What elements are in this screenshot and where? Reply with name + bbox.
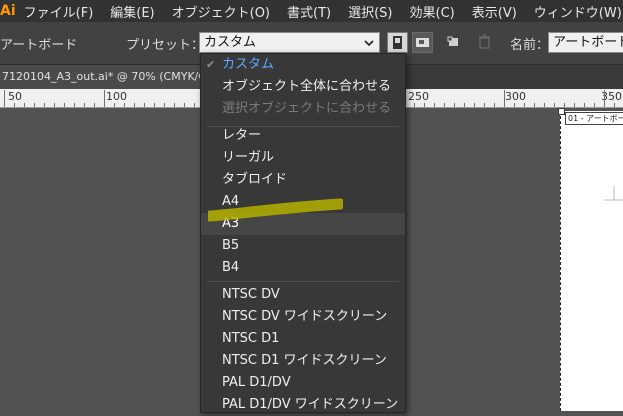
ruler-label: 100 xyxy=(106,90,127,103)
ruler-tick xyxy=(84,103,85,107)
preset-option-legal[interactable]: リーガル xyxy=(201,147,405,169)
ruler-tick xyxy=(74,103,75,107)
ruler-tick xyxy=(444,103,445,107)
delete-artboard-button[interactable] xyxy=(475,32,496,53)
artboard-name-input[interactable]: アートボード xyxy=(548,32,623,53)
crop-mark-icon xyxy=(604,186,623,201)
name-label: 名前： xyxy=(510,38,550,53)
ruler-label: 300 xyxy=(505,90,526,103)
ruler-tick xyxy=(134,103,135,107)
ruler-tick xyxy=(44,103,45,107)
ruler-tick xyxy=(614,103,615,107)
ruler-label: 250 xyxy=(408,90,429,103)
portrait-icon xyxy=(393,36,402,49)
ruler-tick xyxy=(594,103,595,107)
preset-option-ntsc-d1-wide[interactable]: NTSC D1 ワイドスクリーン xyxy=(201,350,405,372)
ruler-tick xyxy=(14,103,15,107)
app-logo: Ai xyxy=(0,3,16,19)
ruler-tick xyxy=(4,90,5,107)
ruler-tick xyxy=(584,103,585,107)
ruler-tick xyxy=(94,103,95,107)
menu-bar: Ai ファイル(F) 編集(E) オブジェクト(O) 書式(T) 選択(S) 効… xyxy=(0,0,623,22)
preset-option-ntsc-d1[interactable]: NTSC D1 xyxy=(201,328,405,350)
option-label: カスタム xyxy=(222,57,275,72)
preset-option-letter[interactable]: レター xyxy=(201,125,405,147)
artboard-name-tag: 01 - アートボード xyxy=(565,112,623,125)
ruler-tick xyxy=(34,103,35,107)
landscape-icon xyxy=(416,38,429,47)
menu-edit[interactable]: 編集(E) xyxy=(110,2,154,21)
ruler-label: 50 xyxy=(8,90,22,103)
ruler-tick xyxy=(514,103,515,107)
preset-select[interactable]: カスタム xyxy=(199,32,380,53)
ruler-tick xyxy=(524,103,525,107)
ruler-tick xyxy=(124,103,125,107)
preset-option-fit-artwork[interactable]: オブジェクト全体に合わせる xyxy=(201,76,405,98)
ruler-tick xyxy=(494,103,495,107)
ruler-tick xyxy=(154,103,155,107)
preset-label: プリセット： xyxy=(126,38,205,53)
preset-dropdown-menu: ✔ カスタム オブジェクト全体に合わせる 選択オブジェクトに合わせる レター リ… xyxy=(200,53,406,413)
menu-object[interactable]: オブジェクト(O) xyxy=(172,2,270,21)
checkmark-icon: ✔ xyxy=(206,58,216,71)
ruler-tick xyxy=(184,103,185,107)
ruler-tick xyxy=(64,103,65,107)
ruler-tick xyxy=(194,103,195,107)
ruler-tick xyxy=(564,103,565,107)
menu-effect[interactable]: 効果(C) xyxy=(410,2,455,21)
portrait-orientation-button[interactable] xyxy=(387,32,408,53)
menu-window[interactable]: ウィンドウ(W) xyxy=(534,2,622,21)
preset-option-pal-d1-dv[interactable]: PAL D1/DV xyxy=(201,372,405,394)
artboard-handle[interactable] xyxy=(558,108,565,115)
ruler-tick xyxy=(534,103,535,107)
trash-icon xyxy=(479,34,490,49)
highlighter-mark xyxy=(208,198,343,222)
menu-divider xyxy=(207,281,399,282)
ruler-tick xyxy=(164,103,165,107)
ruler-tick xyxy=(144,103,145,107)
menu-view[interactable]: 表示(V) xyxy=(472,2,517,21)
ruler-tick xyxy=(434,103,435,107)
preset-option-fit-selection: 選択オブジェクトに合わせる xyxy=(222,101,392,116)
preset-option-b4[interactable]: B4 xyxy=(201,257,405,279)
artboard-label: アートボード xyxy=(0,38,78,53)
preset-value: カスタム xyxy=(204,35,257,50)
ruler-tick xyxy=(424,103,425,107)
ruler-tick xyxy=(604,90,605,107)
ruler-tick xyxy=(574,103,575,107)
preset-option-pal-d1-dv-wide[interactable]: PAL D1/DV ワイドスクリーン xyxy=(201,394,405,416)
preset-option-b5[interactable]: B5 xyxy=(201,235,405,257)
ruler-tick xyxy=(104,90,105,107)
artboard-options-icon xyxy=(447,36,458,46)
ruler-tick xyxy=(414,103,415,107)
preset-option-tabloid[interactable]: タブロイド xyxy=(201,169,405,191)
ruler-tick xyxy=(554,103,555,107)
ruler-tick xyxy=(544,103,545,107)
ruler-tick xyxy=(24,103,25,107)
menu-select[interactable]: 選択(S) xyxy=(348,2,392,21)
preset-option-custom[interactable]: ✔ カスタム xyxy=(201,54,405,76)
ruler-tick xyxy=(454,103,455,107)
move-artwork-button[interactable] xyxy=(444,32,465,53)
ruler-tick xyxy=(464,103,465,107)
chevron-down-icon xyxy=(364,40,374,47)
ruler-tick xyxy=(504,90,505,107)
ruler-tick xyxy=(114,103,115,107)
preset-option-ntsc-dv-wide[interactable]: NTSC DV ワイドスクリーン xyxy=(201,306,405,328)
ruler-tick xyxy=(474,103,475,107)
preset-option-ntsc-dv[interactable]: NTSC DV xyxy=(201,284,405,306)
ruler-tick xyxy=(484,103,485,107)
artboard[interactable] xyxy=(560,111,623,411)
menu-type[interactable]: 書式(T) xyxy=(287,2,331,21)
document-tab[interactable]: 7120104_A3_out.ai* @ 70% (CMYK/GPU xyxy=(0,65,212,89)
ruler-tick xyxy=(174,103,175,107)
landscape-orientation-button[interactable] xyxy=(412,32,433,53)
menu-file[interactable]: ファイル(F) xyxy=(24,2,94,21)
ruler-tick xyxy=(54,103,55,107)
